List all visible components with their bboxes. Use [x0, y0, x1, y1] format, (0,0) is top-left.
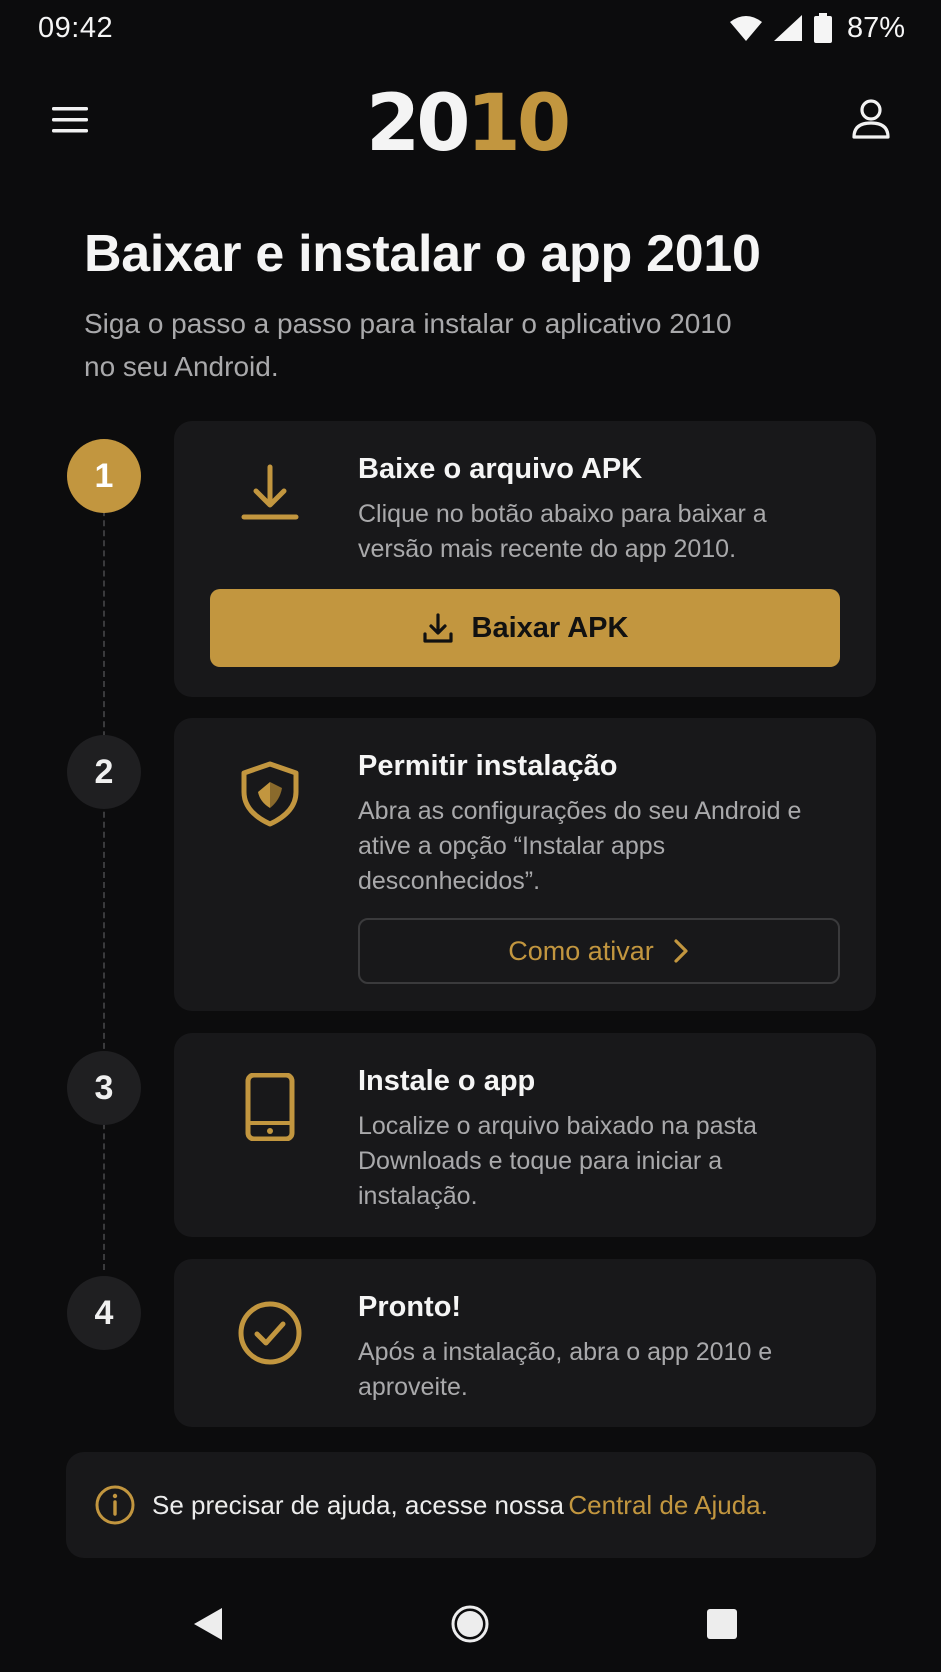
- help-center-link[interactable]: Central de Ajuda.: [568, 1490, 767, 1520]
- status-bar: 09:42 87%: [0, 0, 941, 56]
- help-text: Se precisar de ajuda, acesse nossa: [152, 1489, 564, 1520]
- home-icon: [451, 1605, 489, 1643]
- user-icon: [852, 99, 890, 139]
- step-description: Após a instalação, abra o app 2010 e apr…: [358, 1338, 773, 1401]
- system-nav-bar: [0, 1576, 941, 1672]
- back-icon: [194, 1608, 222, 1640]
- status-icons: 87%: [729, 12, 905, 45]
- step-description: Localize o arquivo baixado na pasta Down…: [358, 1112, 757, 1210]
- step-title: Instale o app: [358, 1065, 536, 1097]
- wifi-icon: [729, 16, 762, 41]
- step-title: Permitir instalação: [358, 750, 618, 782]
- menu-icon: [52, 107, 88, 133]
- nav-back-button[interactable]: [186, 1602, 230, 1646]
- step-badge-2: 2: [67, 735, 141, 809]
- download-apk-label: Baixar APK: [471, 611, 629, 644]
- nav-recents-button[interactable]: [700, 1602, 744, 1646]
- profile-button[interactable]: [848, 96, 894, 142]
- step-title: Baixe o arquivo APK: [358, 453, 643, 485]
- info-icon: [95, 1485, 135, 1525]
- timeline-connector: [103, 480, 105, 1270]
- page-title: Baixar e instalar o app 2010: [84, 225, 761, 283]
- how-to-enable-label: Como ativar: [508, 935, 654, 966]
- shield-icon: [241, 761, 299, 827]
- battery-icon: [813, 13, 832, 43]
- app-header: 2010: [0, 70, 941, 180]
- step-description: Clique no botão abaixo para baixar a ver…: [358, 500, 767, 563]
- recents-icon: [707, 1609, 737, 1639]
- step-description: Abra as configurações do seu Android e a…: [358, 797, 802, 895]
- help-banner: Se precisar de ajuda, acesse nossa Centr…: [66, 1452, 876, 1558]
- signal-icon: [773, 15, 802, 41]
- step-card-permission: Permitir instalação Abra as configuraçõe…: [174, 718, 876, 1011]
- step-title: Pronto!: [358, 1291, 462, 1323]
- download-icon: [241, 464, 299, 520]
- app-logo: 2010: [366, 79, 571, 169]
- chevron-right-icon: [674, 939, 688, 963]
- download-apk-button[interactable]: Baixar APK: [210, 589, 840, 667]
- step-badge-4: 4: [67, 1276, 141, 1350]
- step-badge-1: 1: [67, 439, 141, 513]
- phone-icon: [245, 1073, 295, 1141]
- check-circle-icon: [238, 1301, 302, 1365]
- status-time: 09:42: [38, 11, 114, 44]
- step-card-install: Instale o app Localize o arquivo baixado…: [174, 1033, 876, 1237]
- step-badge-3: 3: [67, 1051, 141, 1125]
- how-to-enable-button[interactable]: Como ativar: [358, 918, 840, 984]
- nav-home-button[interactable]: [448, 1602, 492, 1646]
- battery-percent: 87%: [846, 11, 905, 44]
- step-card-download: Baixe o arquivo APK Clique no botão abai…: [174, 421, 876, 697]
- menu-button[interactable]: [48, 100, 94, 140]
- help-text-line: Se precisar de ajuda, acesse nossa Centr…: [152, 1490, 768, 1521]
- step-card-done: Pronto! Após a instalação, abra o app 20…: [174, 1259, 876, 1427]
- page-subtitle: Siga o passo a passo para instalar o apl…: [84, 308, 732, 382]
- download-icon: [422, 613, 453, 643]
